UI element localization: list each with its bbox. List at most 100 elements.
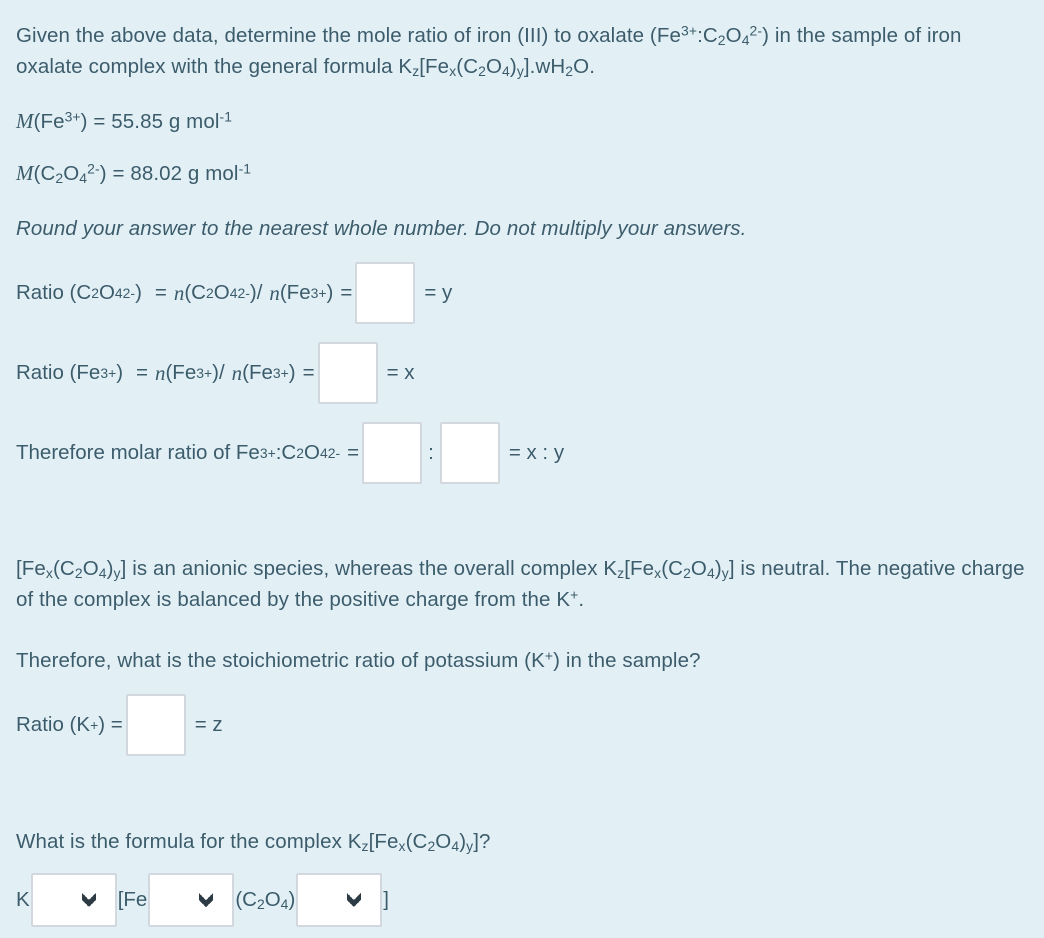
- ratio-oxalate-row: Ratio (C 2 O 4 2-) = n (C 2 O 4 2-)/ n (Fe 3+) = = …: [16, 262, 461, 324]
- ratio-oxalate-label-prefix: Ratio (C: [16, 281, 92, 304]
- molar-ratio-mid: :C: [275, 441, 297, 464]
- formula-label-oxalate: (C2O4): [235, 888, 295, 912]
- intro-text-7: O: [485, 55, 503, 78]
- molar-mass-species-2: (C: [33, 162, 56, 185]
- molar-mass-species-close: ): [80, 110, 88, 133]
- formula-ox-sub1: 2: [256, 896, 265, 913]
- q2-text-2: ) in the sample?: [553, 649, 701, 672]
- formula-ox-p1: (C: [235, 888, 257, 911]
- rounding-instruction: Round your answer to the nearest whole n…: [16, 217, 747, 240]
- ratio-oxalate-input[interactable]: [355, 262, 416, 324]
- molar-mass-value-sup: -1: [219, 108, 233, 125]
- ratio-iron-expr-a-close: )/: [212, 361, 225, 384]
- intro-text-3: O: [725, 24, 742, 47]
- ratio-oxalate-eq1: =: [154, 281, 167, 304]
- intro-text-1: Given the above data, determine the mole…: [16, 24, 681, 47]
- molar-ratio-input-right[interactable]: [439, 422, 500, 484]
- expl-sub1: x: [45, 565, 53, 582]
- q3-sub-x: x: [398, 838, 406, 855]
- expl-p4: ): [106, 557, 114, 580]
- molar-ratio-row: Therefore molar ratio of Fe 3+:C 2 O 4 2- = :…: [16, 422, 573, 484]
- question-formula: What is the formula for the complex Kz[F…: [16, 826, 491, 857]
- expl-sub7: 2: [683, 565, 691, 582]
- molar-mass-sup-2: 2-: [87, 160, 100, 177]
- molar-mass-fe-line: M(Fe3+) = 55.85 g mol-1: [16, 106, 232, 137]
- formula-label-bracket-close: ]: [383, 888, 389, 911]
- ratio-iron-eq2: =: [302, 361, 315, 384]
- molar-mass-symbol: M: [16, 109, 34, 133]
- intro-text-2: :C: [697, 24, 718, 47]
- expl-p1: [Fe: [16, 557, 46, 580]
- expl-p3: O: [82, 557, 99, 580]
- formula-ox-mid: O: [264, 888, 281, 911]
- ratio-oxalate-expr-a: (C: [184, 281, 206, 304]
- q2-text-1: Therefore, what is the stoichiometric ra…: [16, 649, 545, 672]
- ratio-oxalate-mid: O: [98, 281, 115, 304]
- q3-text-3: (C: [405, 830, 428, 853]
- ratio-iron-expr-b-close: ): [288, 361, 296, 384]
- expl-sub3: 4: [98, 565, 107, 582]
- formula-ox-close: ): [288, 888, 296, 911]
- ratio-potassium-close: ) =: [98, 713, 123, 736]
- intro-text-5: [Fe: [419, 55, 450, 78]
- q2-sup: +: [544, 647, 554, 664]
- formula-label-k: K: [16, 888, 30, 911]
- formula-select-x[interactable]: 123456: [148, 873, 235, 927]
- ratio-oxalate-expr-a-mid: O: [213, 281, 230, 304]
- expl-sub9: y: [721, 565, 729, 582]
- expl-p5: ] is an anionic species, whereas the ove…: [120, 557, 618, 580]
- ratio-oxalate-expr-b-close: ): [326, 281, 334, 304]
- formula-select-y[interactable]: 123456: [296, 873, 383, 927]
- ratio-potassium-result: = z: [194, 713, 223, 736]
- q3-text-2: [Fe: [368, 830, 399, 853]
- molar-mass-value-2: 88.02 g mol: [130, 162, 239, 185]
- q3-sub-z: z: [361, 838, 369, 855]
- intro-sub-y: y: [516, 63, 524, 80]
- molar-mass-value: 55.85 g mol: [111, 110, 220, 133]
- expl-p8: O: [690, 557, 707, 580]
- intro-sub-h2: 2: [565, 63, 574, 80]
- ratio-potassium-label-prefix: Ratio (K: [16, 713, 91, 736]
- ratio-iron-n1: n: [155, 361, 166, 385]
- molar-mass-species: (Fe: [33, 110, 65, 133]
- molar-ratio-label-prefix: Therefore molar ratio of Fe: [16, 441, 260, 464]
- ratio-oxalate-expr-b: (Fe: [279, 281, 311, 304]
- intro-sup-fe: 3+: [680, 22, 698, 39]
- ratio-iron-input[interactable]: [317, 342, 378, 404]
- molar-ratio-input-left[interactable]: [362, 422, 423, 484]
- ratio-oxalate-expr-a-close: )/: [249, 281, 263, 304]
- expl-p9: ): [714, 557, 722, 580]
- intro-sub-c2: 2: [717, 32, 726, 49]
- molar-mass-symbol-2: M: [16, 161, 34, 185]
- ratio-iron-n2: n: [231, 361, 243, 385]
- molar-mass-oxalate-line: M(C2O42-) = 88.02 g mol-1: [16, 158, 251, 189]
- ratio-potassium-input[interactable]: [125, 694, 186, 756]
- intro-text-6: (C: [456, 55, 479, 78]
- ratio-oxalate-result: = y: [424, 281, 453, 304]
- molar-mass-close-2: ): [99, 162, 107, 185]
- molar-mass-species-sup: 3+: [64, 108, 81, 125]
- explanation-paragraph: [Fex(C2O4)y] is an anionic species, wher…: [16, 553, 1028, 615]
- intro-text-8: ): [509, 55, 517, 78]
- expl-p7: (C: [661, 557, 684, 580]
- formula-select-z[interactable]: 123456: [30, 873, 117, 927]
- expl-sub4: y: [113, 565, 121, 582]
- q3-text-1: What is the formula for the complex K: [16, 830, 362, 853]
- expl-sub8: 4: [706, 565, 715, 582]
- quiz-page: Given the above data, determine the mole…: [0, 0, 1044, 938]
- q3-text-6: ]?: [473, 830, 491, 853]
- molar-mass-sub2-2: 4: [79, 170, 88, 187]
- ratio-iron-result: = x: [386, 361, 415, 384]
- intro-sub-o4b: 4: [502, 63, 510, 80]
- intro-text-10: O.: [573, 55, 595, 78]
- question-potassium-ratio: Therefore, what is the stoichiometric ra…: [16, 645, 701, 676]
- ratio-oxalate-n1: n: [173, 281, 185, 305]
- ratio-iron-label-prefix: Ratio (Fe: [16, 361, 101, 384]
- ratio-iron-expr-a: (Fe: [165, 361, 197, 384]
- molar-mass-equals-2: =: [112, 162, 125, 185]
- ratio-oxalate-close: ): [135, 281, 142, 304]
- intro-paragraph: Given the above data, determine the mole…: [16, 20, 1028, 82]
- molar-mass-mid-2: O: [63, 162, 80, 185]
- expl-p6: [Fe: [624, 557, 655, 580]
- molar-mass-value-sup-2: -1: [238, 160, 252, 177]
